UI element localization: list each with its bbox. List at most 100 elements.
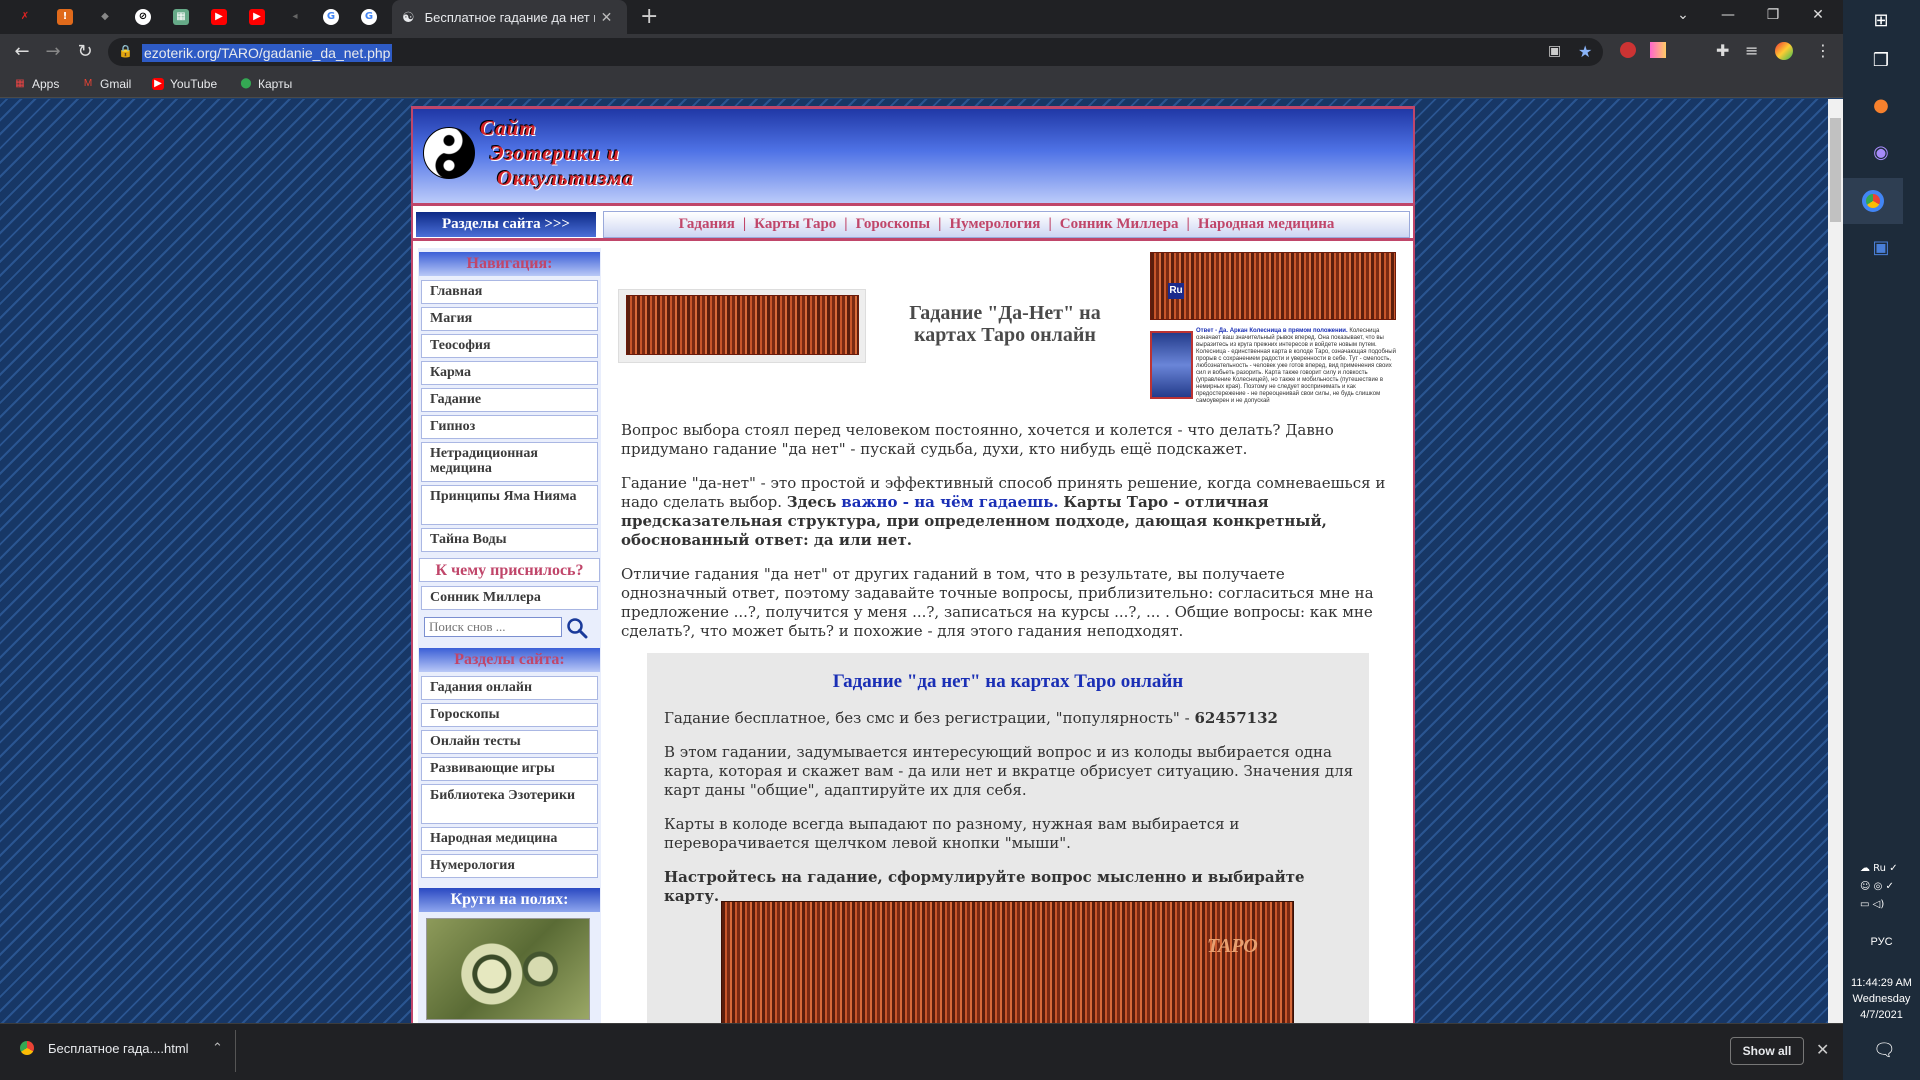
intro-paragraph-1: Вопрос выбора стоял перед человеком пост… — [621, 421, 1334, 458]
system-clock[interactable]: 11:44:29 AM Wednesday 4/7/2021 — [1843, 975, 1920, 1023]
bookmark-youtube[interactable]: ▶ YouTube — [152, 75, 217, 93]
dream-search-input[interactable] — [424, 617, 562, 637]
chrome-menu-icon[interactable]: ⋮ — [1815, 41, 1831, 60]
answer-snippet: Ответ - Да. Аркан Колесница в прямом пол… — [1196, 328, 1396, 404]
url-text[interactable]: ezoterik.org/TARO/gadanie_da_net.php — [142, 44, 393, 62]
tarot-deck-preview-image[interactable] — [1150, 252, 1396, 320]
sidebar-item-folk-medicine[interactable]: Народная медицина — [421, 827, 598, 851]
apps-grid-icon: ▦ — [15, 78, 25, 89]
important-link[interactable]: важно - на чём гадаешь. — [841, 493, 1058, 511]
close-window-button[interactable]: ✕ — [1795, 0, 1841, 30]
sidebar-crop-circles-heading: Круги на полях: — [419, 888, 600, 912]
save-app-icon[interactable]: ▣ — [1866, 232, 1896, 262]
sidebar-item-online-divination[interactable]: Гадания онлайн — [421, 676, 598, 700]
scrollbar-thumb[interactable] — [1830, 118, 1841, 222]
search-icon[interactable] — [566, 617, 588, 639]
profile-avatar[interactable] — [1775, 42, 1793, 60]
tab-search-icon[interactable]: ⌄ — [1660, 0, 1706, 30]
menu-separator: | — [1048, 216, 1052, 232]
forward-button[interactable]: → — [41, 40, 65, 64]
google-tab-icon[interactable]: G — [320, 7, 342, 27]
sidebar-item-alt-medicine[interactable]: Нетрадиционная медицина — [421, 442, 598, 482]
minimize-button[interactable]: — — [1705, 0, 1751, 30]
extension-icon-1[interactable] — [1620, 42, 1636, 58]
task-view-icon[interactable]: ❒ — [1866, 45, 1896, 75]
sidebar-item-home[interactable]: Главная — [421, 280, 598, 304]
top-menu: Гадания | Карты Таро | Гороскопы | Нумероло… — [603, 211, 1410, 238]
menu-link-miller-dream-book[interactable]: Сонник Миллера — [1060, 216, 1179, 233]
back-button[interactable]: ← — [10, 40, 34, 64]
youtube-tab-icon[interactable]: ▶ — [208, 7, 230, 27]
menu-sections-label: Разделы сайта >>> — [416, 212, 596, 237]
menu-link-gadaniya[interactable]: Гадания — [679, 216, 735, 233]
page-title: Гадание "Да-Нет" на картах Таро онлайн — [909, 302, 1101, 346]
github-icon[interactable]: ◉ — [1866, 137, 1896, 167]
bookmark-maps[interactable]: ⬤ Карты — [240, 75, 292, 93]
lock-icon[interactable]: 🔒 — [118, 44, 133, 58]
sidebar-item-magic[interactable]: Магия — [421, 307, 598, 331]
notifications-icon[interactable]: 🗨 — [1873, 1040, 1896, 1061]
divination-title: Гадание "да нет" на картах Таро онлайн — [832, 671, 1184, 692]
menu-link-numerology[interactable]: Нумерология — [949, 216, 1040, 233]
tarot-deck-image[interactable] — [618, 289, 866, 363]
sidebar-item-karma[interactable]: Карма — [421, 361, 598, 385]
sidebar-item-numerology[interactable]: Нумерология — [421, 854, 598, 878]
tab-favicon-4[interactable]: ⊘ — [132, 7, 154, 27]
page-scrollbar[interactable] — [1828, 99, 1843, 1023]
firefox-icon[interactable]: ● — [1866, 90, 1896, 120]
logo-line-2[interactable]: Эзотерики и — [490, 141, 620, 166]
sidebar-dream-heading: К чему приснилось? — [419, 558, 600, 582]
yin-yang-logo[interactable] — [423, 127, 475, 179]
downloads-bar — [0, 1023, 1843, 1080]
restore-button[interactable]: ❐ — [1750, 0, 1796, 30]
windows-start-icon[interactable]: ⊞ — [1866, 5, 1896, 35]
menu-separator: | — [1186, 216, 1190, 232]
sidebar-item-hypnosis[interactable]: Гипноз — [421, 415, 598, 439]
show-all-button[interactable]: Show all — [1730, 1037, 1804, 1065]
crop-circle-image[interactable] — [426, 918, 590, 1020]
download-divider — [235, 1030, 236, 1072]
sidebar-item-library[interactable]: Библиотека Эзотерики — [421, 784, 598, 824]
close-tab-icon[interactable]: ✕ — [601, 9, 613, 26]
sidebar-item-horoscopes[interactable]: Гороскопы — [421, 703, 598, 727]
youtube-tab-icon-2[interactable]: ▶ — [246, 7, 268, 27]
yin-yang-tab-icon: ☯ — [402, 8, 415, 25]
media-control-icon[interactable]: ≡ — [1745, 41, 1758, 60]
bookmark-star-icon[interactable]: ★ — [1578, 42, 1592, 61]
extension-icon-2[interactable] — [1650, 42, 1666, 58]
divination-paragraph-2: Карты в колоде всегда выпадают по разном… — [664, 815, 1240, 852]
qr-code-icon[interactable]: ▣ — [1548, 43, 1561, 59]
extensions-puzzle-icon[interactable]: ✚ — [1716, 41, 1729, 60]
sidebar-item-divination[interactable]: Гадание — [421, 388, 598, 412]
menu-link-horoscopes[interactable]: Гороскопы — [856, 216, 931, 233]
close-downloads-icon[interactable]: ✕ — [1816, 1040, 1829, 1059]
sidebar-item-miller[interactable]: Сонник Миллера — [421, 586, 598, 610]
sidebar-item-games[interactable]: Развивающие игры — [421, 757, 598, 781]
logo-line-3[interactable]: Оккультизма — [497, 166, 634, 191]
bookmark-apps[interactable]: ▦ Apps — [14, 75, 59, 93]
menu-link-tarot-cards[interactable]: Карты Таро — [754, 216, 836, 233]
download-item[interactable]: Бесплатное гада....html ⌃ — [20, 1040, 223, 1056]
active-tab[interactable]: ☯ Бесплатное гадание да нет на к ✕ — [392, 0, 627, 34]
tarot-card-deck[interactable] — [721, 901, 1294, 1031]
sidebar-item-water-secret[interactable]: Тайна Воды — [421, 528, 598, 552]
sidebar-nav-heading: Навигация: — [419, 252, 600, 276]
bookmark-gmail[interactable]: M Gmail — [82, 75, 132, 93]
logo-line-1[interactable]: Сайт — [480, 116, 537, 141]
new-tab-button[interactable]: + — [640, 4, 664, 30]
tab-favicon-8[interactable]: ◂ — [284, 7, 306, 27]
google-tab-icon-2[interactable]: G — [358, 7, 380, 27]
tab-favicon-1[interactable]: ✗ — [14, 7, 36, 27]
sidebar-item-theosophy[interactable]: Теософия — [421, 334, 598, 358]
system-tray[interactable]: ☁ Ru ✓ ☺ ◎ ✓ ▭ ◁) — [1860, 860, 1920, 914]
chrome-taskbar-icon[interactable] — [1843, 178, 1903, 224]
tab-favicon-2[interactable]: ! — [54, 7, 76, 27]
tab-favicon-5[interactable]: ▦ — [170, 7, 192, 27]
reload-button[interactable]: ↻ — [73, 40, 97, 64]
tab-favicon-3[interactable]: ◆ — [94, 7, 116, 27]
chevron-up-icon[interactable]: ⌃ — [212, 1040, 223, 1056]
input-language[interactable]: РУС — [1843, 936, 1920, 948]
sidebar-item-online-tests[interactable]: Онлайн тесты — [421, 730, 598, 754]
menu-link-folk-medicine[interactable]: Народная медицина — [1198, 216, 1335, 233]
sidebar-item-yama-niyama[interactable]: Принципы Яма Нияма — [421, 485, 598, 525]
